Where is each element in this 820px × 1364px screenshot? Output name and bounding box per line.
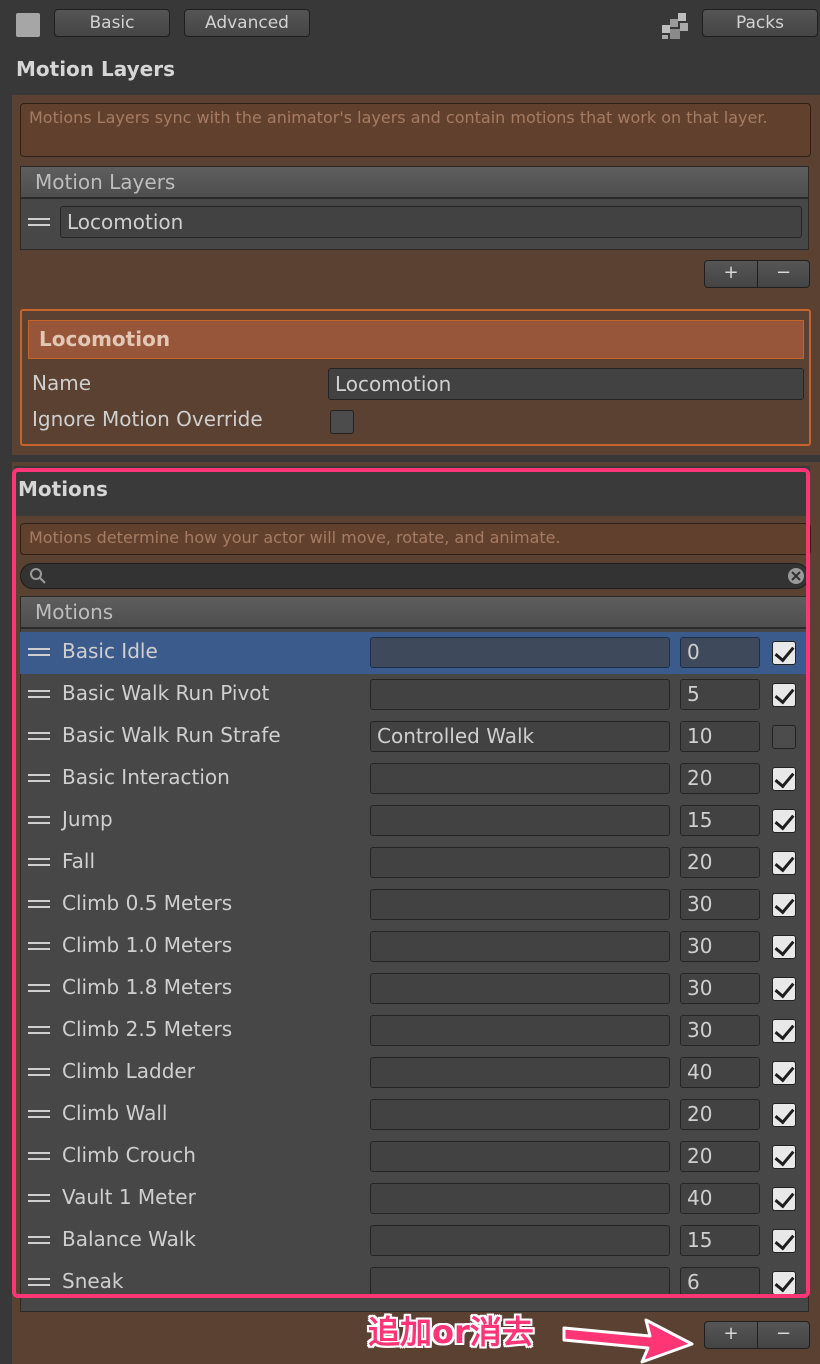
puzzle-pack-icon[interactable] [660, 11, 692, 41]
inspector-toggle[interactable] [16, 13, 40, 37]
add-motion-button[interactable]: + [705, 1322, 757, 1348]
motion-layers-list: Locomotion [20, 198, 809, 250]
ignore-motion-override-checkbox[interactable] [330, 410, 354, 434]
ignore-motion-override-label: Ignore Motion Override [32, 407, 263, 431]
drag-handle-icon[interactable] [28, 218, 50, 226]
layer-add-remove: + − [704, 260, 810, 288]
motion-layers-list-header: Motion Layers [20, 166, 809, 198]
remove-layer-button[interactable]: − [757, 261, 809, 287]
motion-add-remove: + − [704, 1321, 810, 1349]
name-label: Name [32, 371, 92, 395]
motion-layers-title: Motion Layers [16, 57, 175, 81]
annotation-label: 追加or消去 [368, 1313, 534, 1351]
layer-name-input[interactable]: Locomotion [328, 368, 804, 400]
annotation-arrow-icon [562, 1318, 694, 1364]
layer-detail-header: Locomotion [28, 320, 804, 359]
layer-name-field[interactable]: Locomotion [60, 206, 802, 238]
remove-motion-button[interactable]: − [757, 1322, 809, 1348]
packs-button[interactable]: Packs [702, 9, 818, 37]
basic-button[interactable]: Basic [54, 9, 170, 37]
advanced-button[interactable]: Advanced [184, 9, 310, 37]
highlight-frame [12, 468, 810, 1298]
add-layer-button[interactable]: + [705, 261, 757, 287]
motion-layers-description: Motions Layers sync with the animator's … [20, 103, 811, 157]
